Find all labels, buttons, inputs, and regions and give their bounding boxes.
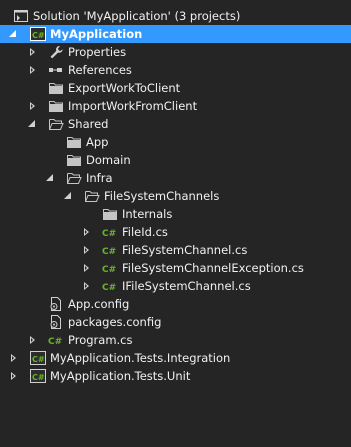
svg-text:C#: C# — [32, 355, 45, 364]
tree-item-label: packages.config — [68, 315, 162, 329]
tree-item-fileid-cs[interactable]: C# FileId.cs — [0, 223, 351, 241]
tree-item-label: FileSystemChannel.cs — [122, 243, 248, 257]
tree-item-label: IFileSystemChannel.cs — [122, 279, 251, 293]
solution-icon — [13, 8, 29, 24]
tree-item-references[interactable]: References — [0, 61, 351, 79]
tree-item-myapplication[interactable]: C# MyApplication — [0, 25, 351, 43]
wrench-icon — [48, 44, 64, 60]
tree-item-filesystemchannelexception-cs[interactable]: C# FileSystemChannelException.cs — [0, 259, 351, 277]
tree-item-label: MyApplication.Tests.Integration — [50, 351, 231, 365]
tree-item-ifilesystemchannel-cs[interactable]: C# IFileSystemChannel.cs — [0, 277, 351, 295]
solution-explorer-tree: Solution 'MyApplication' (3 projects) C#… — [0, 0, 351, 447]
csharp-file-icon: C# — [102, 242, 118, 258]
collapsed-arrow-icon[interactable] — [26, 331, 38, 349]
tree-item-label: Solution 'MyApplication' (3 projects) — [33, 9, 241, 23]
folder-icon — [66, 134, 82, 150]
tree-item-filesystemchannel-cs[interactable]: C# FileSystemChannel.cs — [0, 241, 351, 259]
collapsed-arrow-icon[interactable] — [26, 43, 38, 61]
svg-text:C#: C# — [32, 31, 45, 40]
tree-item-importworkfromclient[interactable]: ImportWorkFromClient — [0, 97, 351, 115]
expanded-arrow-icon[interactable] — [7, 25, 19, 43]
tree-item-label: Properties — [68, 45, 127, 59]
folder-open-icon — [48, 116, 64, 132]
collapsed-arrow-icon[interactable] — [26, 61, 38, 79]
tree-item-filesystemchannels[interactable]: FileSystemChannels — [0, 187, 351, 205]
collapsed-arrow-icon[interactable] — [26, 97, 38, 115]
svg-text:C#: C# — [32, 373, 45, 382]
tree-item-label: Program.cs — [68, 333, 133, 347]
tree-item-label: Domain — [86, 153, 131, 167]
expanded-arrow-icon[interactable] — [44, 169, 56, 187]
collapsed-arrow-icon[interactable] — [80, 223, 92, 241]
tree-item-label: ImportWorkFromClient — [68, 99, 198, 113]
folder-icon — [48, 98, 64, 114]
collapsed-arrow-icon[interactable] — [7, 367, 19, 385]
svg-text:C#: C# — [102, 247, 116, 257]
tree-item-shared[interactable]: Shared — [0, 115, 351, 133]
tree-item-properties[interactable]: Properties — [0, 43, 351, 61]
folder-icon — [66, 152, 82, 168]
tree-item-label: App — [86, 135, 109, 149]
tree-item-solution[interactable]: Solution 'MyApplication' (3 projects) — [0, 7, 351, 25]
expanded-arrow-icon[interactable] — [26, 115, 38, 133]
folder-open-icon — [66, 170, 82, 186]
tree-item-program-cs[interactable]: C# Program.cs — [0, 331, 351, 349]
svg-text:C#: C# — [102, 283, 116, 293]
tree-item-domain[interactable]: Domain — [0, 151, 351, 169]
svg-text:C#: C# — [102, 229, 116, 239]
csharp-file-icon: C# — [102, 224, 118, 240]
csharp-project-icon: C# — [30, 350, 46, 366]
folder-icon — [48, 80, 64, 96]
tree-item-myapplication-tests-unit[interactable]: C# MyApplication.Tests.Unit — [0, 367, 351, 385]
config-file-icon — [48, 314, 64, 330]
tree-item-label: MyApplication — [50, 27, 143, 41]
csharp-project-icon: C# — [30, 26, 46, 42]
folder-icon — [102, 206, 118, 222]
tree-item-label: References — [68, 63, 132, 77]
tree-item-label: ExportWorkToClient — [68, 81, 181, 95]
csharp-file-icon: C# — [102, 278, 118, 294]
expanded-arrow-icon[interactable] — [62, 187, 74, 205]
tree-item-label: Infra — [86, 171, 113, 185]
references-icon — [48, 62, 64, 78]
tree-item-app[interactable]: App — [0, 133, 351, 151]
svg-text:C#: C# — [102, 265, 116, 275]
tree-item-label: Internals — [122, 207, 173, 221]
tree-item-app-config[interactable]: App.config — [0, 295, 351, 313]
collapsed-arrow-icon[interactable] — [80, 259, 92, 277]
csharp-project-icon: C# — [30, 368, 46, 384]
tree-item-internals[interactable]: Internals — [0, 205, 351, 223]
tree-item-label: Shared — [68, 117, 109, 131]
config-file-icon — [48, 296, 64, 312]
collapsed-arrow-icon[interactable] — [80, 241, 92, 259]
tree-item-label: FileSystemChannelException.cs — [122, 261, 304, 275]
tree-item-infra[interactable]: Infra — [0, 169, 351, 187]
tree-item-label: FileSystemChannels — [104, 189, 220, 203]
collapsed-arrow-icon[interactable] — [80, 277, 92, 295]
csharp-file-icon: C# — [102, 260, 118, 276]
tree-item-myapplication-tests-integration[interactable]: C# MyApplication.Tests.Integration — [0, 349, 351, 367]
tree-item-packages-config[interactable]: packages.config — [0, 313, 351, 331]
svg-text:C#: C# — [48, 337, 62, 347]
collapsed-arrow-icon[interactable] — [7, 349, 19, 367]
csharp-file-icon: C# — [48, 332, 64, 348]
tree-item-label: App.config — [68, 297, 130, 311]
tree-item-exportworktoclient[interactable]: ExportWorkToClient — [0, 79, 351, 97]
tree-item-label: FileId.cs — [122, 225, 168, 239]
folder-open-icon — [84, 188, 100, 204]
tree-item-label: MyApplication.Tests.Unit — [50, 369, 191, 383]
